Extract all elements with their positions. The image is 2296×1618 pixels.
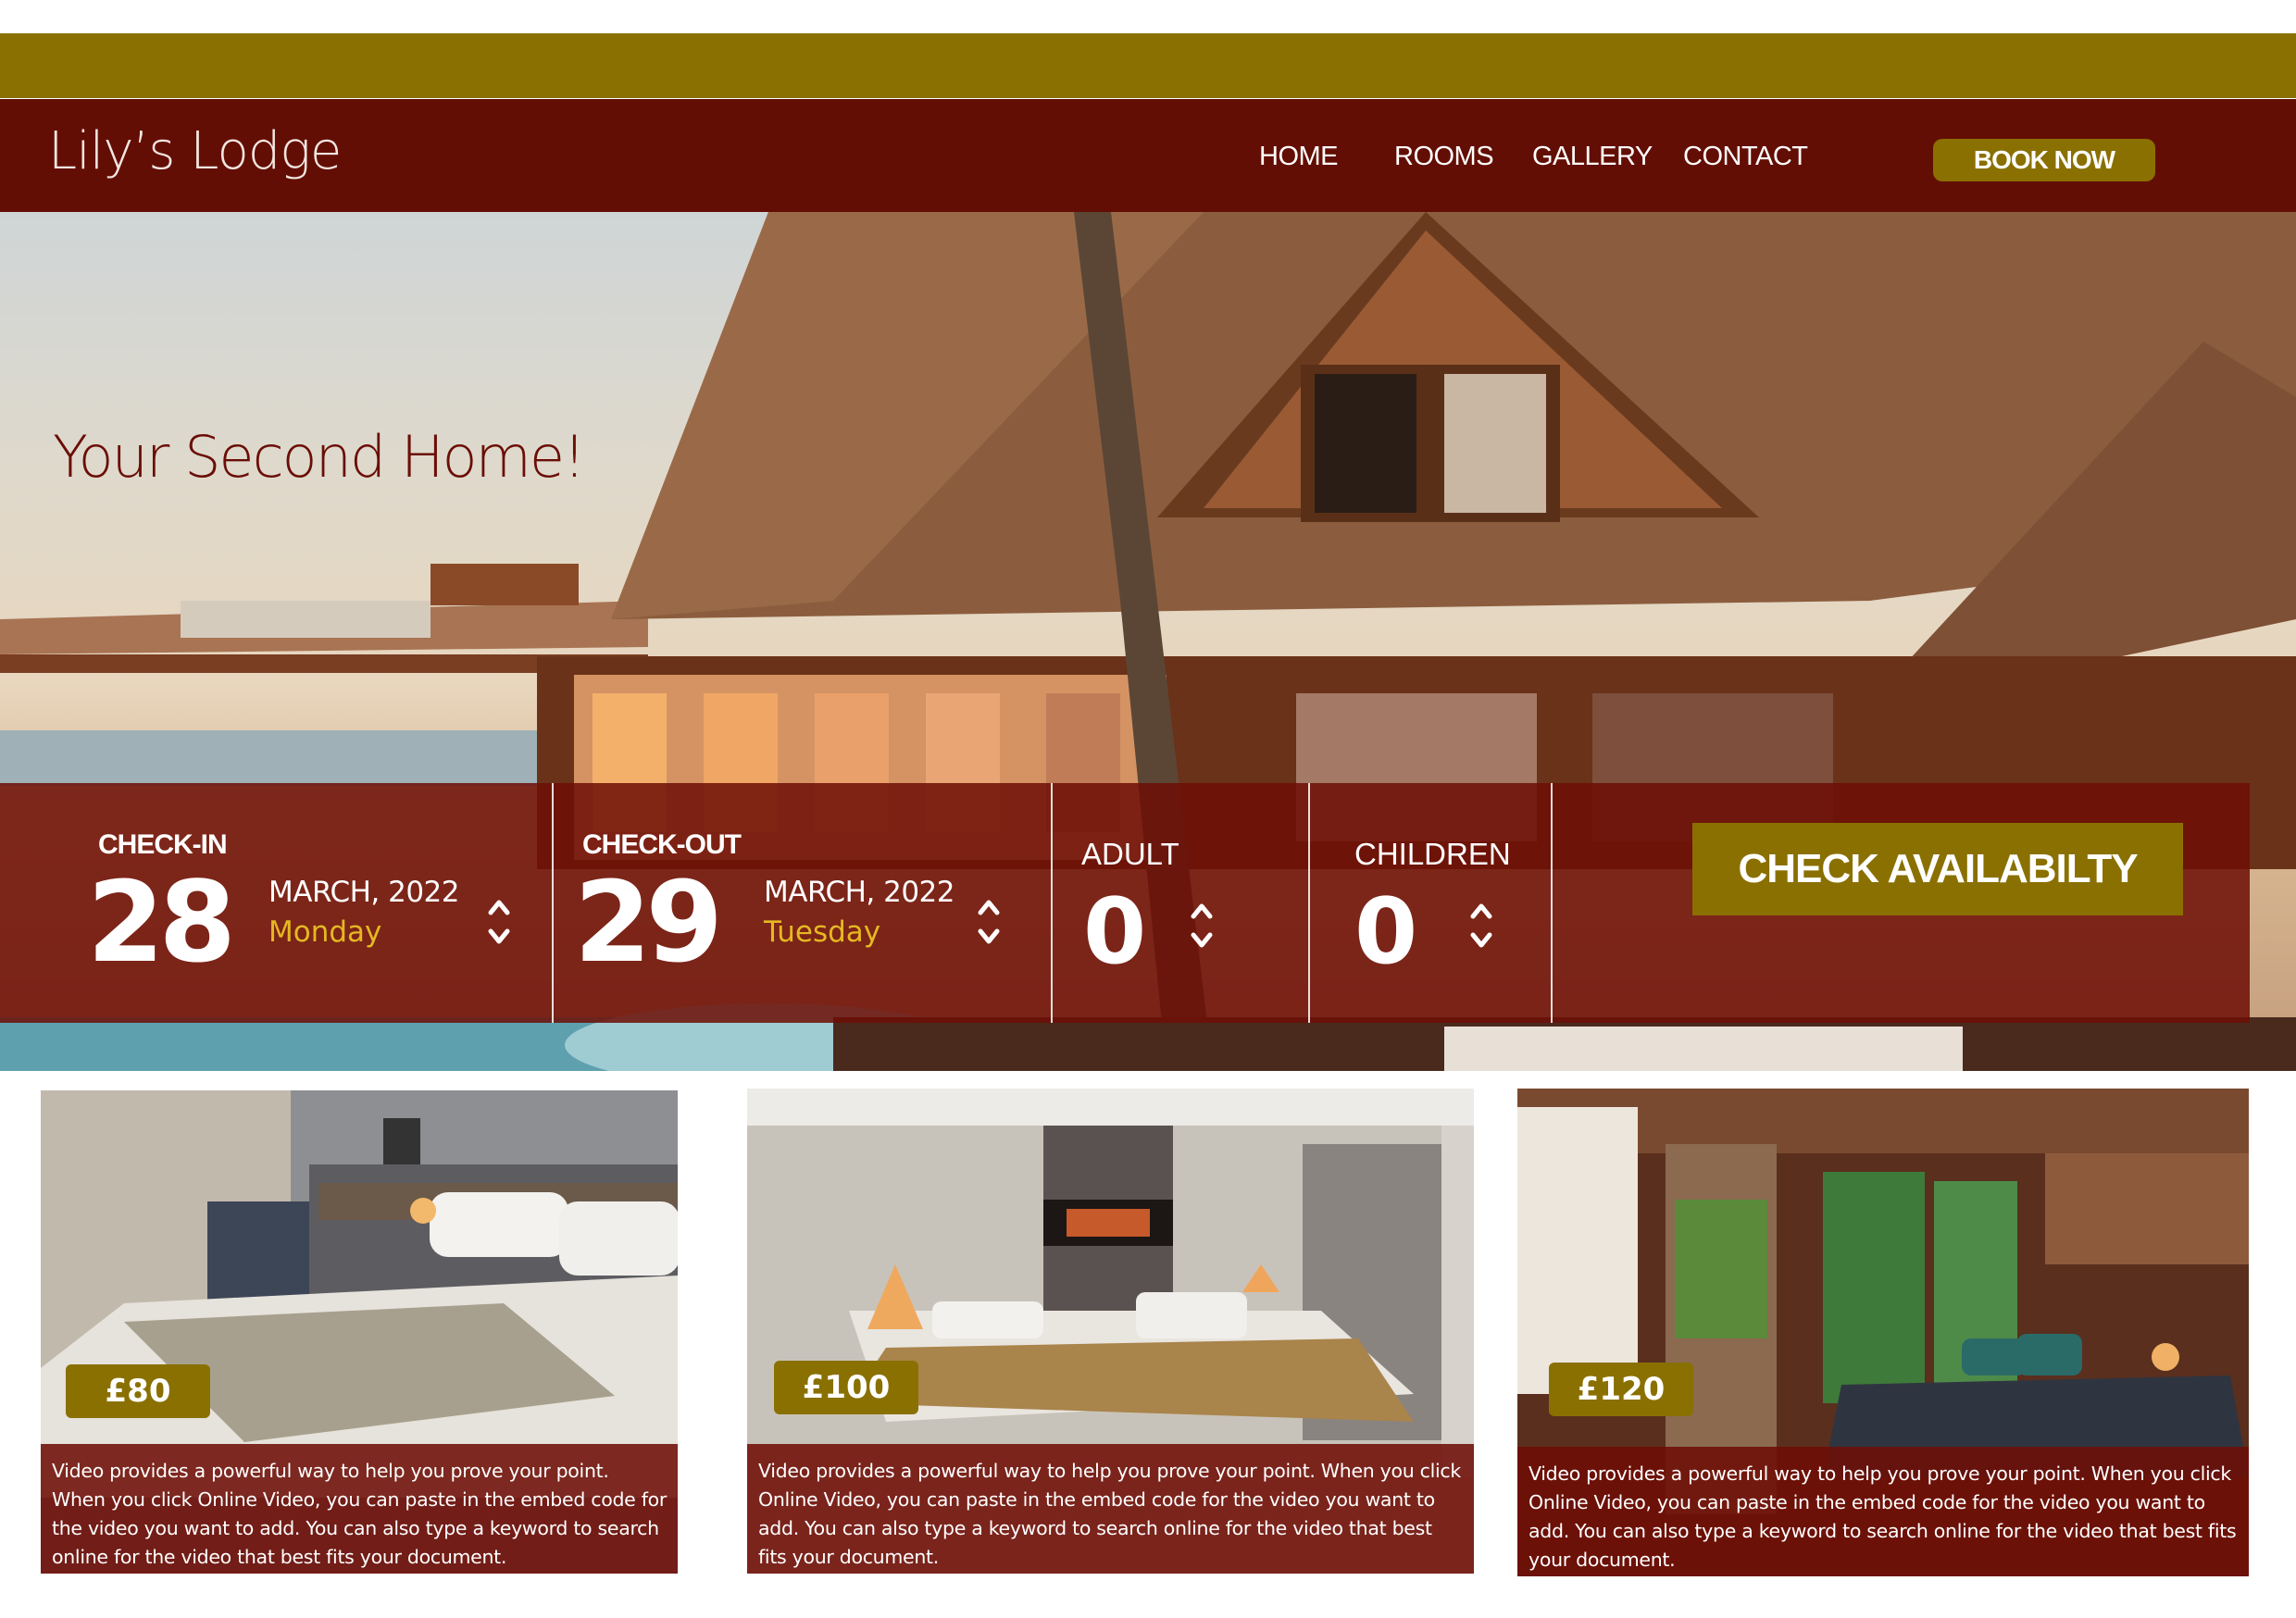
checkout-day-number[interactable]: 29 bbox=[574, 868, 723, 979]
hero-banner: Your Second Home! CHECK-IN 28 MARCH, 202… bbox=[0, 212, 2296, 1071]
booking-divider bbox=[552, 783, 554, 1023]
booking-bar: CHECK-IN 28 MARCH, 2022 Monday CHECK-OUT… bbox=[0, 783, 2250, 1023]
top-accent-strip bbox=[0, 33, 2296, 98]
price-tag: £80 bbox=[66, 1364, 210, 1418]
checkin-weekday: Monday bbox=[268, 915, 382, 949]
room-description: Video provides a powerful way to help yo… bbox=[1517, 1447, 2249, 1576]
nav-contact[interactable]: CONTACT bbox=[1683, 142, 1808, 172]
checkout-weekday: Tuesday bbox=[764, 915, 881, 949]
price-tag: £120 bbox=[1549, 1363, 1693, 1416]
room-card[interactable]: £100 Video provides a powerful way to he… bbox=[747, 1089, 1474, 1574]
children-label: CHILDREN bbox=[1354, 837, 1511, 871]
room-card[interactable]: £120 Video provides a powerful way to he… bbox=[1517, 1089, 2249, 1576]
checkin-label: CHECK-IN bbox=[98, 829, 228, 860]
checkin-day-number[interactable]: 28 bbox=[87, 868, 236, 979]
check-availability-button[interactable]: CHECK AVAILABILTY bbox=[1692, 823, 2183, 915]
up-down-chevron-icon[interactable] bbox=[977, 896, 1001, 948]
nav-gallery[interactable]: GALLERY bbox=[1532, 142, 1653, 172]
up-down-chevron-icon[interactable] bbox=[1190, 900, 1214, 952]
booking-divider bbox=[1308, 783, 1310, 1023]
up-down-chevron-icon[interactable] bbox=[487, 896, 511, 948]
nav-rooms[interactable]: ROOMS bbox=[1394, 142, 1494, 172]
checkout-label: CHECK-OUT bbox=[582, 829, 742, 860]
checkin-month: MARCH, 2022 bbox=[268, 876, 460, 909]
book-now-button[interactable]: BOOK NOW bbox=[1933, 139, 2155, 181]
site-logo[interactable]: Lily’s Lodge bbox=[48, 121, 342, 181]
hero-tagline: Your Second Home! bbox=[53, 423, 586, 491]
nav-home[interactable]: HOME bbox=[1259, 142, 1339, 172]
room-card[interactable]: £80 Video provides a powerful way to hel… bbox=[41, 1090, 678, 1574]
room-description: Video provides a powerful way to help yo… bbox=[747, 1444, 1474, 1574]
children-count[interactable]: 0 bbox=[1354, 887, 1417, 977]
price-tag: £100 bbox=[774, 1361, 918, 1414]
checkout-month: MARCH, 2022 bbox=[764, 876, 955, 909]
navbar: Lily’s Lodge HOME ROOMS GALLERY CONTACT … bbox=[0, 99, 2296, 212]
adult-count[interactable]: 0 bbox=[1083, 887, 1146, 977]
up-down-chevron-icon[interactable] bbox=[1469, 900, 1493, 952]
room-description: Video provides a powerful way to help yo… bbox=[41, 1444, 678, 1574]
booking-divider bbox=[1051, 783, 1053, 1023]
adult-label: ADULT bbox=[1081, 837, 1179, 871]
booking-divider bbox=[1551, 783, 1553, 1023]
